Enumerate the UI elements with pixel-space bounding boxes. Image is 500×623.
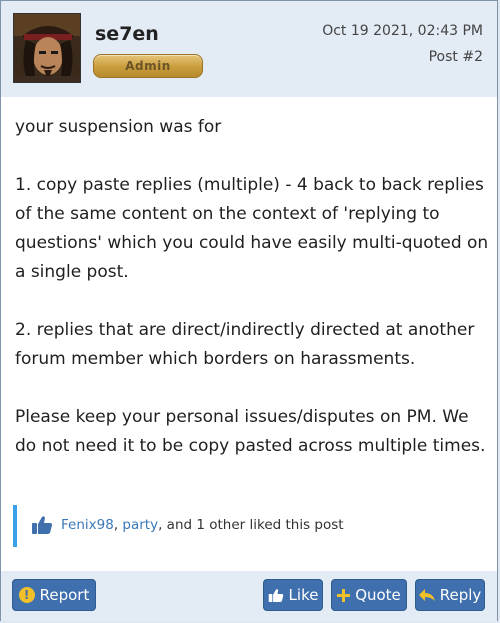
post-paragraph: 1. copy paste replies (multiple) - 4 bac…	[15, 175, 489, 282]
post-paragraph: Please keep your personal issues/dispute…	[15, 407, 486, 456]
post-header: se7en Admin Oct 19 2021, 02:43 PM Post #…	[1, 1, 497, 97]
like-label: Like	[288, 586, 319, 604]
post-paragraph: 2. replies that are direct/indirectly di…	[15, 320, 475, 369]
post-footer: ! Report Like Quote Reply	[1, 571, 497, 621]
plus-icon	[337, 588, 351, 602]
role-badge: Admin	[93, 54, 203, 78]
forum-post: se7en Admin Oct 19 2021, 02:43 PM Post #…	[0, 0, 498, 621]
username[interactable]: se7en	[95, 23, 159, 45]
reply-label: Reply	[439, 586, 482, 604]
warning-icon: !	[18, 587, 35, 603]
reply-arrow-icon	[418, 588, 435, 602]
quote-label: Quote	[355, 586, 401, 604]
likes-text: Fenix98, party, and 1 other liked this p…	[61, 517, 344, 533]
like-button[interactable]: Like	[263, 579, 323, 611]
likes-rest-text: , and 1 other liked this post	[158, 517, 344, 533]
report-label: Report	[39, 586, 90, 604]
post-number-link[interactable]: Post #2	[429, 49, 483, 65]
user-avatar[interactable]	[13, 13, 81, 83]
thumbs-up-icon	[268, 588, 284, 603]
likes-bar: Fenix98, party, and 1 other liked this p…	[13, 505, 483, 547]
report-button[interactable]: ! Report	[12, 579, 96, 611]
post-date: Oct 19 2021, 02:43 PM	[322, 23, 483, 39]
liker-link[interactable]: party	[122, 517, 158, 533]
reply-button[interactable]: Reply	[415, 579, 485, 611]
pirate-avatar-image	[14, 14, 80, 82]
post-paragraph: your suspension was for	[15, 117, 222, 137]
thumbs-up-icon	[31, 515, 53, 535]
liker-link[interactable]: Fenix98	[61, 517, 114, 533]
quote-button[interactable]: Quote	[331, 579, 407, 611]
post-body: your suspension was for 1. copy paste re…	[15, 113, 490, 490]
